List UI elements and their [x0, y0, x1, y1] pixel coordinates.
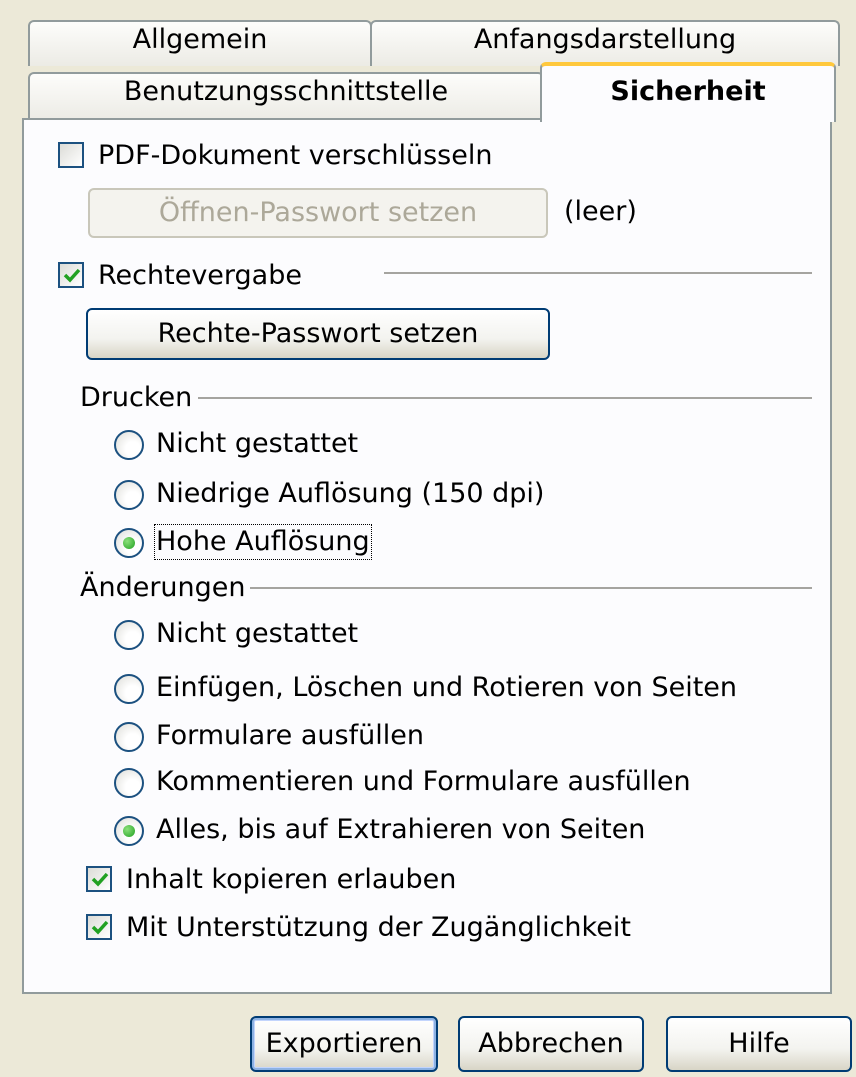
export-button-label: Exportieren: [265, 1028, 423, 1059]
tab-sicherheit-label: Sicherheit: [610, 76, 766, 107]
tab-allgemein-label: Allgemein: [132, 24, 268, 55]
changes-heading: Änderungen: [80, 572, 246, 603]
changes-not-allowed-label: Nicht gestattet: [156, 618, 359, 649]
open-password-status: (leer): [564, 196, 637, 227]
help-button-label: Hilfe: [728, 1028, 790, 1059]
changes-insert-delete-rotate-radio[interactable]: [114, 674, 144, 704]
radio-selected-dot: [123, 825, 135, 837]
print-high-res-radio[interactable]: [114, 528, 144, 558]
changes-separator: [250, 587, 812, 589]
permission-password-button[interactable]: Rechte-Passwort setzen: [86, 308, 550, 360]
changes-insert-delete-rotate-label: Einfügen, Löschen und Rotieren von Seite…: [156, 672, 738, 703]
changes-all-except-extract-label: Alles, bis auf Extrahieren von Seiten: [156, 814, 646, 845]
checkmark-icon: [63, 268, 81, 283]
radio-selected-dot: [123, 537, 135, 549]
export-button[interactable]: Exportieren: [250, 1016, 438, 1072]
open-password-button[interactable]: Öffnen-Passwort setzen: [88, 188, 548, 238]
tab-sicherheit[interactable]: Sicherheit: [540, 62, 836, 122]
printing-heading: Drucken: [80, 382, 193, 413]
print-not-allowed-radio[interactable]: [114, 430, 144, 460]
copy-content-checkbox[interactable]: [86, 866, 112, 892]
changes-not-allowed-radio[interactable]: [114, 620, 144, 650]
printing-separator: [198, 397, 812, 399]
changes-fill-forms-radio[interactable]: [114, 722, 144, 752]
cancel-button-label: Abbrechen: [478, 1028, 624, 1059]
print-low-res-radio[interactable]: [114, 480, 144, 510]
encrypt-checkbox[interactable]: [58, 142, 84, 168]
help-button[interactable]: Hilfe: [666, 1016, 852, 1072]
tab-anfangsdarstellung[interactable]: Anfangsdarstellung: [370, 20, 840, 66]
print-not-allowed-label: Nicht gestattet: [156, 428, 359, 459]
permissions-label: Rechtevergabe: [98, 260, 302, 291]
permissions-checkbox[interactable]: [58, 262, 84, 288]
permission-password-button-label: Rechte-Passwort setzen: [157, 318, 479, 349]
cancel-button[interactable]: Abbrechen: [458, 1016, 644, 1072]
accessibility-checkbox[interactable]: [86, 914, 112, 940]
print-low-res-label: Niedrige Auflösung (150 dpi): [156, 478, 545, 509]
changes-all-except-extract-radio[interactable]: [114, 816, 144, 846]
accessibility-label: Mit Unterstützung der Zugänglichkeit: [126, 912, 631, 943]
permissions-separator: [384, 272, 812, 274]
changes-comment-forms-label: Kommentieren und Formulare ausfüllen: [156, 766, 691, 797]
encrypt-label: PDF-Dokument verschlüsseln: [98, 140, 493, 171]
copy-content-label: Inhalt kopieren erlauben: [126, 864, 457, 895]
print-high-res-label: Hohe Auflösung: [154, 524, 372, 560]
tab-benutzungsschnittstelle-label: Benutzungsschnittstelle: [123, 76, 449, 107]
open-password-button-label: Öffnen-Passwort setzen: [158, 197, 478, 228]
changes-comment-forms-radio[interactable]: [114, 768, 144, 798]
changes-fill-forms-label: Formulare ausfüllen: [156, 720, 424, 751]
tab-benutzungsschnittstelle[interactable]: Benutzungsschnittstelle: [28, 72, 544, 120]
tab-allgemein[interactable]: Allgemein: [28, 20, 372, 66]
security-panel: [22, 118, 832, 994]
tab-anfangsdarstellung-label: Anfangsdarstellung: [473, 24, 737, 55]
checkmark-icon: [91, 920, 109, 935]
checkmark-icon: [91, 872, 109, 887]
